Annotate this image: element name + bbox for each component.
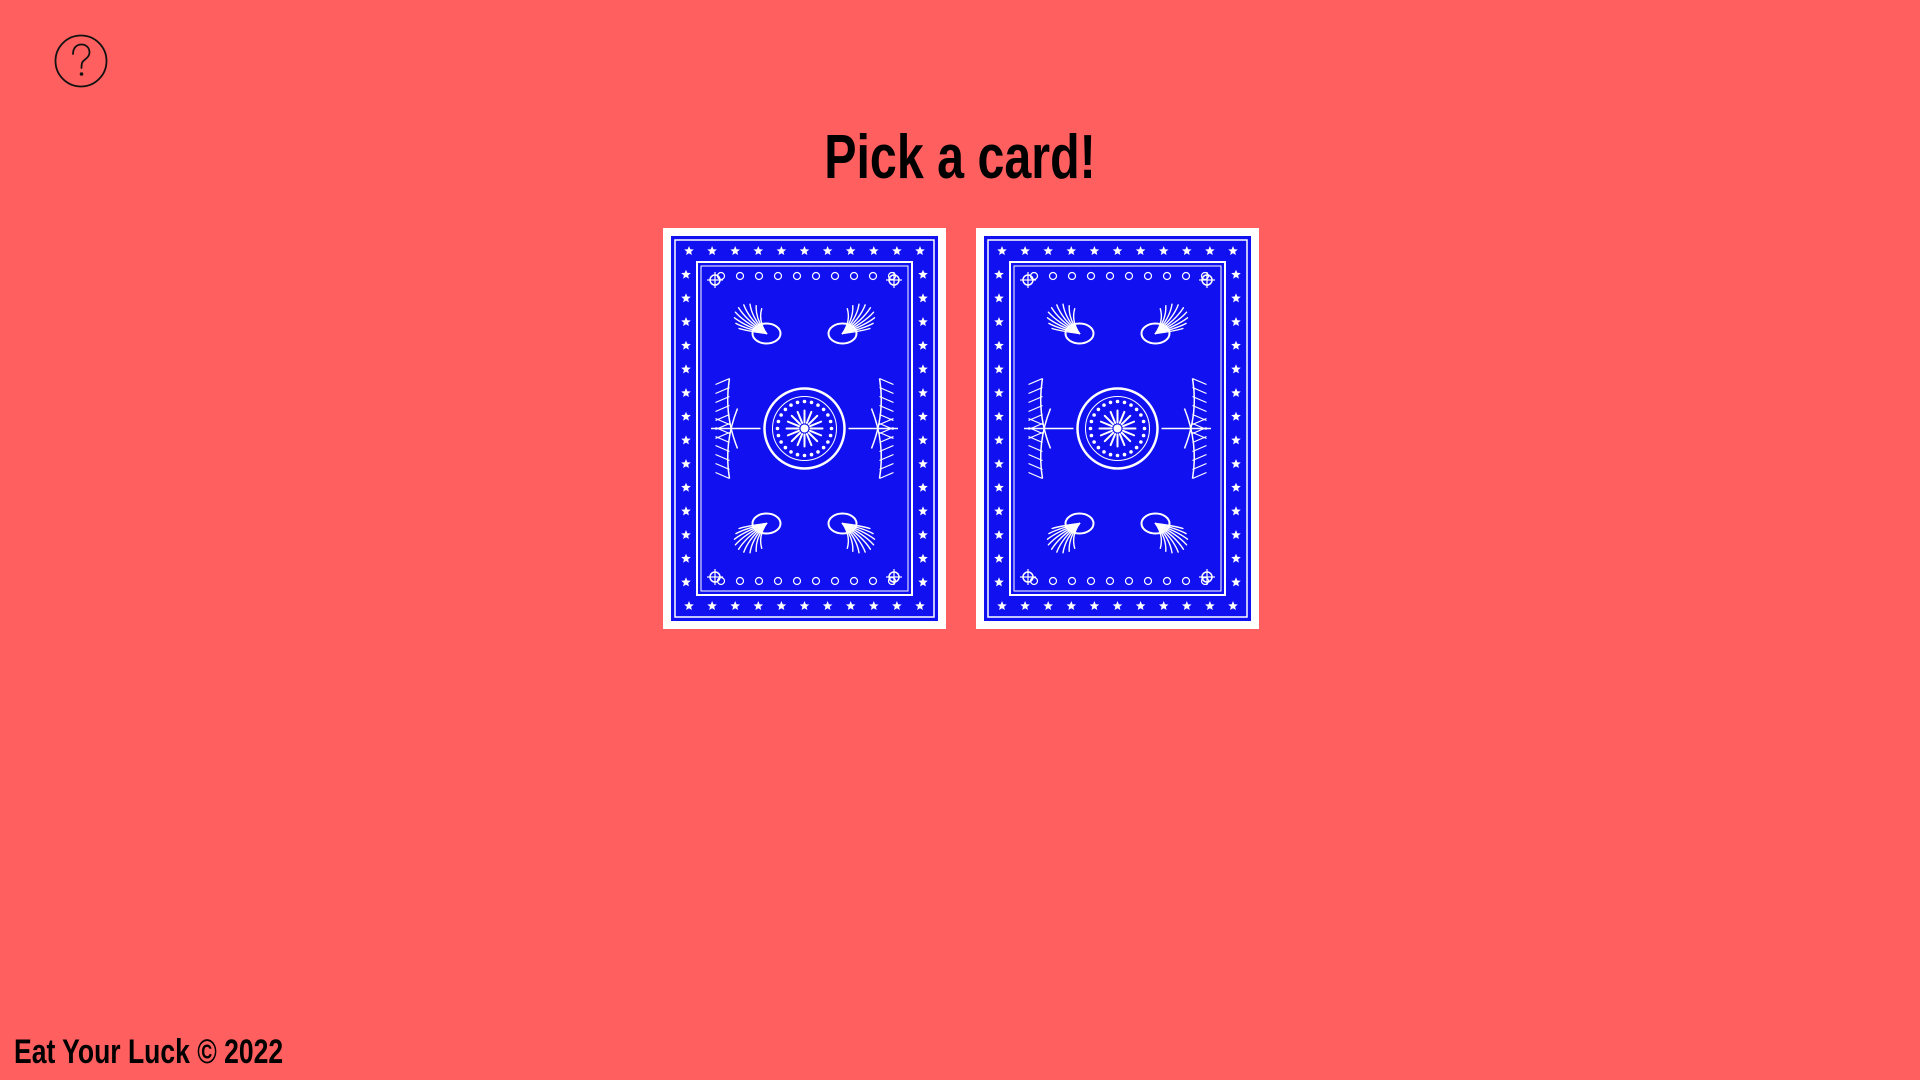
question-circle-icon	[54, 34, 108, 88]
card-left[interactable]	[663, 228, 946, 629]
footer-copyright: Eat Your Luck © 2022	[14, 1033, 284, 1071]
card-back-pattern	[984, 236, 1251, 621]
card-back-pattern	[671, 236, 938, 621]
card-row	[663, 228, 1259, 629]
help-button[interactable]	[53, 33, 109, 89]
card-right[interactable]	[976, 228, 1259, 629]
page-title: Pick a card!	[824, 123, 1096, 192]
